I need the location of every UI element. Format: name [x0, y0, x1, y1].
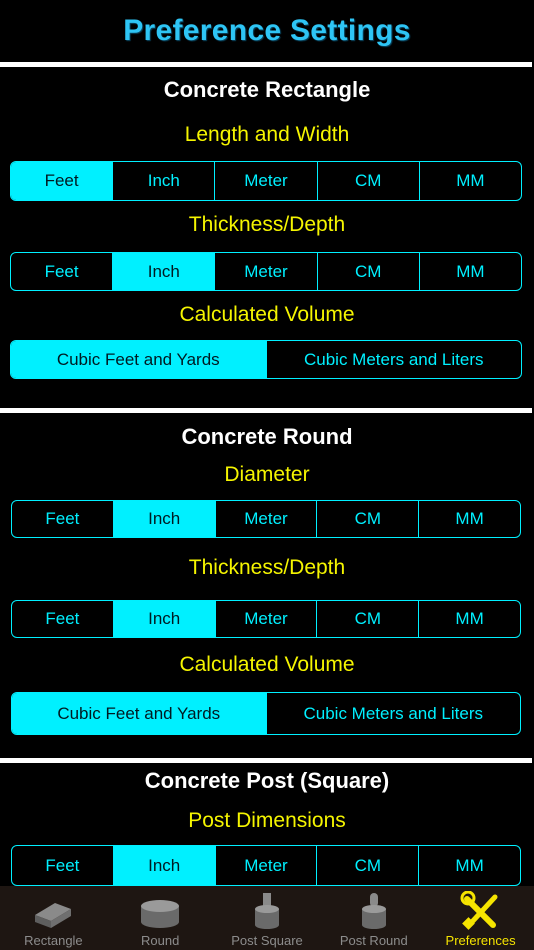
option-feet[interactable]: Feet: [12, 601, 113, 637]
label-calculated-volume: Calculated Volume: [179, 653, 355, 676]
tab-bar: Rectangle Round Post Square Post Round P…: [0, 886, 534, 950]
option-cubic-feet-yards[interactable]: Cubic Feet and Yards: [12, 693, 266, 734]
option-meter[interactable]: Meter: [214, 846, 317, 885]
post-dimensions-unit-selector[interactable]: Feet Inch Meter CM MM: [11, 845, 521, 886]
option-cm[interactable]: CM: [316, 601, 418, 637]
option-feet[interactable]: Feet: [11, 253, 112, 290]
tab-label: Post Round: [339, 933, 408, 948]
option-inch[interactable]: Inch: [112, 601, 215, 637]
section-divider: [0, 62, 532, 67]
label-post-dimensions: Post Dimensions: [188, 809, 346, 832]
option-mm[interactable]: MM: [418, 601, 520, 637]
option-mm[interactable]: MM: [418, 162, 521, 200]
cylinder-icon: [141, 900, 180, 928]
option-cm[interactable]: CM: [316, 162, 419, 200]
tab-post-round[interactable]: Post Round: [320, 886, 427, 950]
label-length-width: Length and Width: [184, 123, 350, 146]
option-mm[interactable]: MM: [418, 253, 521, 290]
option-feet[interactable]: Feet: [12, 501, 113, 537]
option-cubic-meters-liters[interactable]: Cubic Meters and Liters: [265, 693, 521, 734]
tab-label: Rectangle: [24, 933, 83, 948]
label-calculated-volume: Calculated Volume: [179, 303, 355, 326]
option-cm[interactable]: CM: [316, 846, 418, 885]
thickness-unit-selector[interactable]: Feet Inch Meter CM MM: [10, 252, 522, 291]
option-cubic-meters-liters[interactable]: Cubic Meters and Liters: [265, 341, 522, 378]
label-diameter: Diameter: [224, 463, 310, 486]
volume-unit-selector[interactable]: Cubic Feet and Yards Cubic Meters and Li…: [11, 692, 521, 735]
post-square-icon: [254, 893, 279, 929]
option-mm[interactable]: MM: [418, 501, 520, 537]
tab-preferences[interactable]: Preferences: [427, 886, 534, 950]
option-meter[interactable]: Meter: [214, 162, 316, 200]
tools-icon: [460, 891, 498, 930]
option-inch[interactable]: Inch: [112, 162, 214, 200]
option-feet[interactable]: Feet: [11, 162, 113, 200]
option-meter[interactable]: Meter: [214, 501, 317, 537]
option-meter[interactable]: Meter: [214, 601, 317, 637]
option-inch[interactable]: Inch: [112, 846, 215, 885]
length-width-unit-selector[interactable]: Feet Inch Meter CM MM: [10, 161, 522, 201]
post-round-icon: [361, 893, 386, 929]
slab-icon: [35, 903, 72, 928]
label-thickness-depth: Thickness/Depth: [188, 213, 346, 236]
diameter-unit-selector[interactable]: Feet Inch Meter CM MM: [11, 500, 521, 538]
option-cm[interactable]: CM: [316, 501, 418, 537]
tab-label: Round: [141, 933, 180, 948]
volume-unit-selector[interactable]: Cubic Feet and Yards Cubic Meters and Li…: [10, 340, 522, 379]
tab-post-square[interactable]: Post Square: [214, 886, 321, 950]
option-cm[interactable]: CM: [316, 253, 419, 290]
option-inch[interactable]: Inch: [112, 253, 215, 290]
option-meter[interactable]: Meter: [214, 253, 316, 290]
section-divider: [0, 758, 532, 763]
section-title-round: Concrete Round: [181, 424, 353, 449]
tab-label: Post Square: [231, 933, 303, 948]
section-title-post-square: Concrete Post (Square): [144, 768, 390, 793]
tab-label: Preferences: [445, 933, 516, 948]
tab-round[interactable]: Round: [107, 886, 214, 950]
option-inch[interactable]: Inch: [112, 501, 215, 537]
tab-rectangle[interactable]: Rectangle: [0, 886, 107, 950]
section-title-rectangle: Concrete Rectangle: [163, 77, 371, 102]
page-title: Preference Settings: [123, 14, 411, 47]
thickness-unit-selector[interactable]: Feet Inch Meter CM MM: [11, 600, 521, 638]
option-cubic-feet-yards[interactable]: Cubic Feet and Yards: [11, 341, 266, 378]
option-mm[interactable]: MM: [418, 846, 520, 885]
label-thickness-depth: Thickness/Depth: [188, 556, 346, 579]
section-divider: [0, 408, 532, 413]
option-feet[interactable]: Feet: [12, 846, 113, 885]
